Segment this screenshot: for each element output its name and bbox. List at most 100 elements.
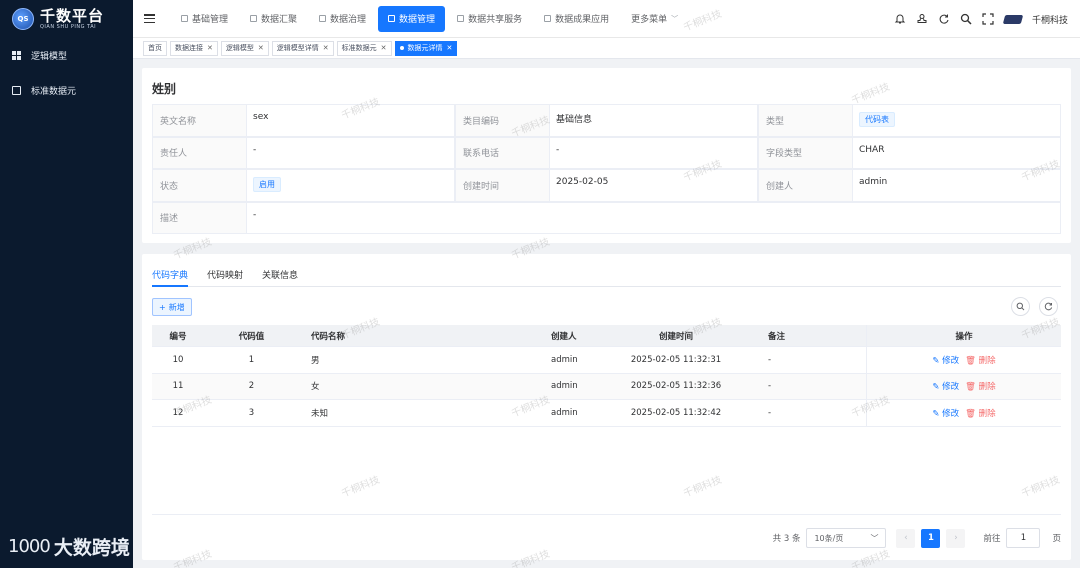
nav-label: 基础管理 — [192, 15, 229, 25]
tab-label: 逻辑模型 — [225, 44, 254, 52]
edit-icon: ✎ — [932, 408, 940, 419]
nav-data-governance[interactable]: 数据治理 — [309, 6, 376, 32]
close-icon[interactable]: ✕ — [447, 44, 453, 52]
detail-card: 姓别 英文名称 sex 类目编码 基础信息 类型 代码表 责任人 - 联系电话 - 字段类… — [142, 68, 1071, 243]
cell-creator: admin — [551, 381, 578, 392]
nav-icon — [319, 15, 327, 22]
tab-code-mapping[interactable]: 代码映射 — [207, 266, 243, 287]
cell-note: - — [768, 354, 772, 365]
company-logo-icon — [1002, 14, 1024, 24]
nav-icon — [544, 15, 552, 22]
tab-logic-model-detail[interactable]: 逻辑模型详情 ✕ — [271, 40, 334, 56]
field-label: 状态 — [152, 169, 247, 202]
tab-logic-model[interactable]: 逻辑模型 ✕ — [220, 40, 269, 56]
nav-icon — [250, 15, 258, 22]
nav-basic-management[interactable]: 基础管理 — [171, 6, 238, 32]
nav-data-management[interactable]: 数据管理 — [378, 5, 446, 32]
field-label: 类目编码 — [455, 104, 550, 137]
nav-more-menu[interactable]: 更多菜单 ﹀ — [621, 6, 688, 32]
tab-label: 首页 — [148, 44, 162, 52]
close-icon[interactable]: ✕ — [381, 44, 387, 52]
field-label: 责任人 — [152, 136, 247, 169]
add-button[interactable]: + 新增 — [152, 298, 192, 316]
nav-label: 数据治理 — [330, 15, 367, 25]
refresh-icon — [1044, 302, 1053, 311]
page-title: 姓别 — [152, 82, 177, 96]
sidebar-item-label: 逻辑模型 — [31, 52, 68, 62]
page-number-current[interactable]: 1 — [921, 528, 941, 548]
page-size-select[interactable]: 10条/页 ﹀ — [806, 528, 887, 548]
sidebar-item-standard-data-element[interactable]: 标准数据元 — [0, 73, 133, 108]
stamp-icon[interactable] — [916, 13, 928, 25]
bell-icon[interactable] — [894, 13, 906, 25]
tab-data-element-detail[interactable]: 数据元详情 ✕ — [394, 40, 458, 56]
company-name[interactable]: 千桐科技 — [1032, 13, 1068, 26]
cell-creator: admin — [551, 407, 578, 418]
cell-value: 3 — [248, 407, 255, 418]
next-page-button[interactable]: › — [946, 528, 966, 548]
tabs-bar: 首页 数据连接 ✕ 逻辑模型 ✕ 逻辑模型详情 ✕ 标准数据元 ✕ 数据元详情 ✕ — [133, 38, 1080, 59]
nav-data-collection[interactable]: 数据汇聚 — [240, 6, 307, 32]
cell-note: - — [768, 381, 772, 392]
prev-page-button[interactable]: ‹ — [896, 528, 916, 548]
cell-name: 男 — [311, 355, 320, 366]
cell-name: 女 — [311, 382, 320, 393]
edit-button[interactable]: ✎ 修改 — [932, 380, 959, 392]
nav-icon — [181, 15, 188, 22]
nav-data-results[interactable]: 数据成果应用 — [534, 6, 619, 32]
plus-icon: + — [159, 302, 166, 312]
menu-toggle-icon[interactable] — [144, 14, 155, 23]
pagination: 共 3 条 10条/页 ﹀ ‹ 1 › 前往 1 页 — [773, 528, 1061, 548]
tab-data-connection[interactable]: 数据连接 ✕ — [170, 40, 218, 56]
edit-icon: ✎ — [932, 355, 940, 366]
cell-id: 11 — [172, 381, 184, 392]
trash-icon: 🗑 — [965, 408, 976, 419]
edit-button[interactable]: ✎ 修改 — [932, 354, 959, 366]
chevron-down-icon: ﹀ — [870, 533, 879, 543]
sidebar-item-logic-model[interactable]: 逻辑模型 — [0, 38, 133, 73]
search-icon[interactable] — [960, 13, 972, 25]
close-icon[interactable]: ✕ — [323, 44, 329, 52]
close-icon[interactable]: ✕ — [258, 44, 264, 52]
goto-page-input[interactable]: 1 — [1006, 528, 1041, 548]
header-time: 创建时间 — [658, 331, 693, 342]
sidebar-item-label: 标准数据元 — [31, 87, 77, 97]
table-row: 11 2 女 admin 2025-02-05 11:32:36 - ✎ 修改 … — [152, 373, 1061, 400]
tab-code-dictionary[interactable]: 代码字典 — [152, 266, 189, 287]
search-toggle-button[interactable] — [1011, 297, 1030, 316]
field-label: 描述 — [152, 201, 247, 234]
delete-button[interactable]: 🗑 删除 — [965, 407, 996, 419]
table-row: 12 3 未知 admin 2025-02-05 11:32:42 - ✎ 修改… — [152, 400, 1061, 427]
fullscreen-icon[interactable] — [982, 13, 994, 25]
logo-subtitle: QIAN SHU PING TAI — [40, 24, 97, 30]
tab-related-info[interactable]: 关联信息 — [262, 266, 298, 287]
chevron-down-icon: ﹀ — [671, 14, 679, 23]
goto-label: 前往 — [983, 534, 1001, 544]
cell-time: 2025-02-05 11:32:42 — [630, 407, 722, 418]
code-table: 编号 代码值 代码名称 创建人 创建时间 备注 操作 10 1 男 admin … — [152, 325, 1061, 427]
trash-icon: 🗑 — [965, 382, 976, 393]
field-label: 创建时间 — [455, 169, 550, 202]
refresh-icon[interactable] — [938, 13, 950, 25]
logo-title: 千数平台 — [40, 7, 105, 25]
tab-standard-data-element[interactable]: 标准数据元 ✕ — [336, 40, 392, 56]
total-count: 共 3 条 — [772, 534, 801, 544]
description-table: 英文名称 sex 类目编码 基础信息 类型 代码表 责任人 - 联系电话 - 字段类型 CH… — [152, 104, 1061, 234]
search-icon — [1016, 302, 1025, 311]
edit-button[interactable]: ✎ 修改 — [932, 407, 959, 419]
header-creator: 创建人 — [551, 331, 577, 342]
logo[interactable]: QS 千数平台 QIAN SHU PING TAI — [0, 0, 133, 38]
header-op: 操作 — [866, 325, 1061, 346]
tab-label: 标准数据元 — [341, 44, 377, 52]
edit-icon: ✎ — [932, 382, 940, 393]
cell-name: 未知 — [311, 408, 329, 419]
nav-data-sharing[interactable]: 数据共享服务 — [447, 6, 532, 32]
close-icon[interactable]: ✕ — [207, 44, 213, 52]
delete-button[interactable]: 🗑 删除 — [965, 354, 996, 366]
refresh-button[interactable] — [1039, 297, 1058, 316]
delete-button[interactable]: 🗑 删除 — [965, 380, 996, 392]
active-dot-icon — [399, 46, 404, 50]
field-value-created: 2025-02-05 — [550, 169, 758, 202]
cell-value: 1 — [248, 354, 255, 365]
tab-home[interactable]: 首页 — [143, 40, 167, 56]
